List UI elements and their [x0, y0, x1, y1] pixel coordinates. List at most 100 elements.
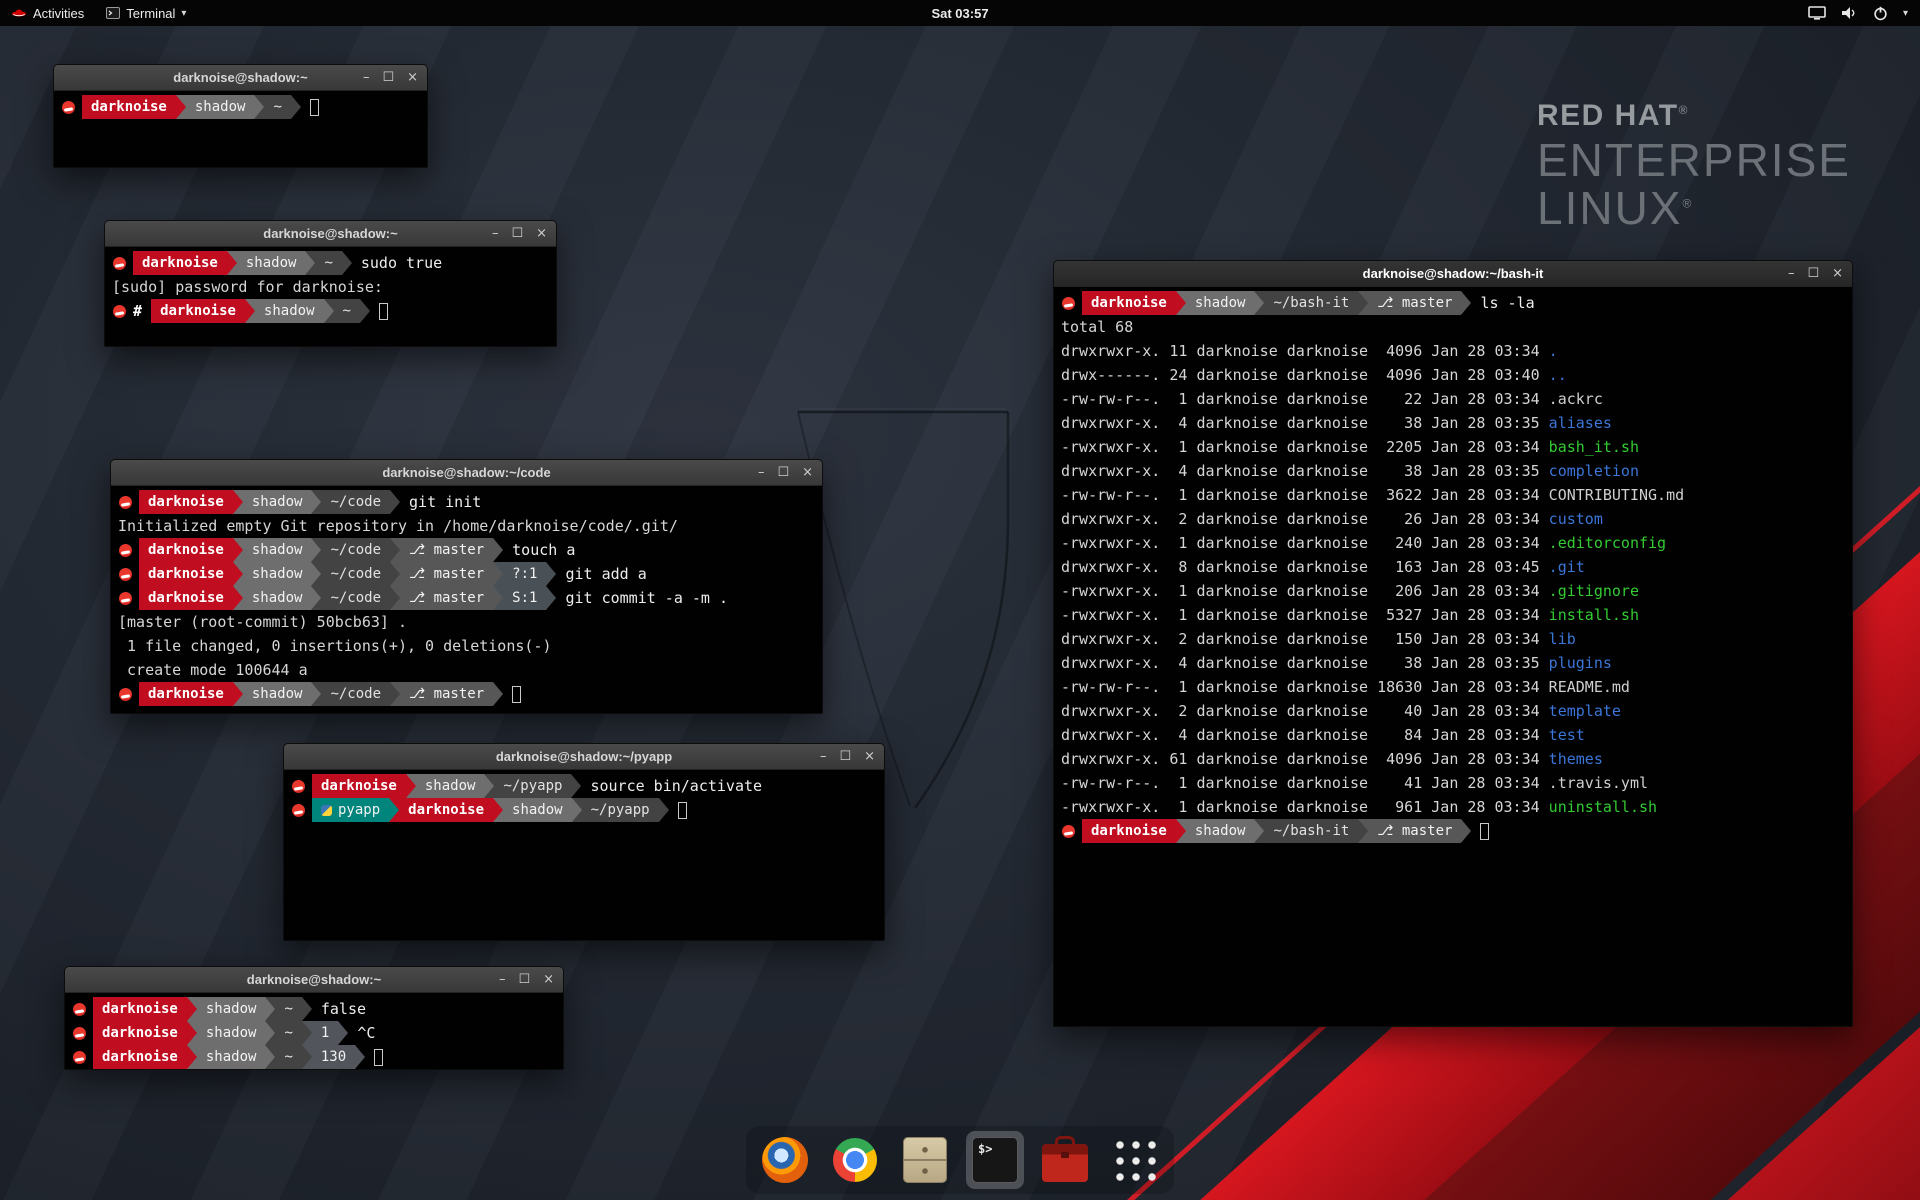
- segment-text: ~/code: [330, 686, 381, 702]
- prompt-segment-host: shadow: [243, 538, 312, 562]
- ls-meta: drwxrwxr-x. 2 darknoise darknoise 150 Ja…: [1061, 630, 1549, 648]
- close-button[interactable]: ×: [543, 973, 554, 986]
- prompt-segment-path: ~: [334, 299, 360, 323]
- minimize-button[interactable]: –: [820, 750, 827, 763]
- ls-row: -rw-rw-r--. 1 darknoise darknoise 22 Jan…: [1061, 387, 1845, 411]
- powerline-arrow: [484, 774, 494, 798]
- ls-filename: ..: [1549, 366, 1567, 384]
- window-titlebar[interactable]: darknoise@shadow:~ – ☐ ×: [54, 65, 427, 91]
- close-button[interactable]: ×: [407, 71, 418, 84]
- segment-text: shadow: [206, 1025, 257, 1041]
- window-titlebar[interactable]: darknoise@shadow:~/code – ☐ ×: [111, 460, 822, 486]
- clock[interactable]: Sat 03:57: [931, 6, 988, 21]
- maximize-button[interactable]: ☐: [777, 466, 789, 479]
- prompt-segment-host: shadow: [416, 774, 485, 798]
- powerline-arrow: [360, 299, 370, 323]
- prompt-segment-user: darknoise: [151, 299, 245, 323]
- prompt-segment-venv: pyapp: [312, 798, 389, 822]
- chevron-down-icon[interactable]: ▾: [1903, 8, 1908, 19]
- command-text: git init: [409, 493, 481, 511]
- close-button[interactable]: ×: [864, 750, 875, 763]
- terminal-line: darknoiseshadow~130: [72, 1045, 556, 1069]
- terminal-content[interactable]: darknoiseshadow~/bash-it⎇ masterls -lato…: [1054, 287, 1852, 1026]
- volume-icon[interactable]: [1841, 6, 1858, 20]
- prompt-segment-host: shadow: [186, 95, 255, 119]
- segment-text: darknoise: [148, 686, 224, 702]
- chrome-icon: [833, 1138, 877, 1182]
- maximize-button[interactable]: ☐: [518, 973, 530, 986]
- segment-text: shadow: [252, 686, 303, 702]
- segment-text: darknoise: [148, 494, 224, 510]
- terminal-content[interactable]: darknoiseshadow~sudo true[sudo] password…: [105, 247, 556, 346]
- app-menu[interactable]: Terminal ▾: [95, 0, 197, 26]
- terminal-window-pyapp[interactable]: darknoise@shadow:~/pyapp – ☐ × darknoise…: [283, 743, 885, 941]
- close-button[interactable]: ×: [536, 227, 547, 240]
- window-titlebar[interactable]: darknoise@shadow:~ – ☐ ×: [105, 221, 556, 247]
- segment-text: ~/bash-it: [1273, 823, 1349, 839]
- terminal-mini-icon: [106, 7, 120, 19]
- powerline-arrow: [355, 1045, 365, 1069]
- terminal-window-bash-it[interactable]: darknoise@shadow:~/bash-it – ☐ × darknoi…: [1053, 260, 1853, 1027]
- powerline-arrow: [187, 1045, 197, 1069]
- segment-text: darknoise: [148, 542, 224, 558]
- ls-filename: .gitignore: [1549, 582, 1639, 600]
- display-icon[interactable]: [1808, 6, 1826, 20]
- maximize-button[interactable]: ☐: [1807, 267, 1819, 280]
- redhat-prompt-icon: [119, 496, 132, 509]
- system-status-area[interactable]: ▾: [1808, 0, 1920, 26]
- dock-item-files[interactable]: [896, 1131, 954, 1189]
- minimize-button[interactable]: –: [758, 466, 765, 479]
- dock-item-terminal[interactable]: [966, 1131, 1024, 1189]
- ls-filename: .travis.yml: [1549, 774, 1648, 792]
- dock-item-chrome[interactable]: [826, 1131, 884, 1189]
- minimize-button[interactable]: –: [499, 973, 506, 986]
- dock-item-show-applications[interactable]: [1106, 1131, 1164, 1189]
- prompt-segment-host: shadow: [255, 299, 324, 323]
- terminal-line: darknoiseshadow~/code⎇ mastertouch a: [118, 538, 815, 562]
- window-title: darknoise@shadow:~: [247, 972, 381, 987]
- activities-label: Activities: [33, 6, 84, 21]
- minimize-button[interactable]: –: [363, 71, 370, 84]
- terminal-window-code[interactable]: darknoise@shadow:~/code – ☐ × darknoise s…: [110, 459, 823, 714]
- powerline-arrow: [493, 586, 503, 610]
- ls-row: drwxrwxr-x. 8 darknoise darknoise 163 Ja…: [1061, 555, 1845, 579]
- close-button[interactable]: ×: [802, 466, 813, 479]
- dock-item-firefox[interactable]: [756, 1131, 814, 1189]
- powerline-arrow: [265, 1045, 275, 1069]
- powerline-arrow: [324, 299, 334, 323]
- segment-text: ~/pyapp: [503, 778, 562, 794]
- terminal-line: # darknoiseshadow~: [112, 299, 549, 323]
- maximize-button[interactable]: ☐: [839, 750, 851, 763]
- prompt-segment-host: shadow: [197, 1021, 266, 1045]
- close-button[interactable]: ×: [1832, 267, 1843, 280]
- terminal-window-sudo[interactable]: darknoise@shadow:~ – ☐ × darknoise shadow…: [104, 220, 557, 347]
- prompt-segment-stat: S:1: [503, 586, 546, 610]
- activities-button[interactable]: Activities: [0, 0, 95, 26]
- terminal-window-home-1[interactable]: darknoise@shadow:~ – ☐ × darknoiseshadow…: [53, 64, 428, 168]
- window-titlebar[interactable]: darknoise@shadow:~/pyapp – ☐ ×: [284, 744, 884, 770]
- prompt-segment-git: ⎇ master: [1368, 819, 1461, 843]
- maximize-button[interactable]: ☐: [382, 71, 394, 84]
- terminal-content[interactable]: darknoiseshadow~falsedarknoiseshadow~1^C…: [65, 993, 563, 1069]
- segment-text: darknoise: [102, 1001, 178, 1017]
- terminal-content[interactable]: darknoiseshadow~/codegit initInitialized…: [111, 486, 822, 713]
- prompt-segment-git: ⎇ master: [400, 562, 493, 586]
- prompt-segment-user: darknoise: [93, 997, 187, 1021]
- terminal-content[interactable]: darknoiseshadow~/pyappsource bin/activat…: [284, 770, 884, 940]
- window-titlebar[interactable]: darknoise@shadow:~/bash-it – ☐ ×: [1054, 261, 1852, 287]
- terminal-window-home-2[interactable]: darknoise@shadow:~ – ☐ × darknoiseshadow…: [64, 966, 564, 1070]
- power-icon[interactable]: [1873, 6, 1888, 21]
- terminal-content[interactable]: darknoiseshadow~: [54, 91, 427, 167]
- maximize-button[interactable]: ☐: [511, 227, 523, 240]
- segment-text: ~/code: [330, 494, 381, 510]
- app-menu-label: Terminal: [126, 6, 175, 21]
- segment-text: shadow: [252, 494, 303, 510]
- prompt-segment-path: ~/code: [321, 682, 390, 706]
- minimize-button[interactable]: –: [492, 227, 499, 240]
- minimize-button[interactable]: –: [1788, 267, 1795, 280]
- segment-text: darknoise: [1091, 295, 1167, 311]
- powerline-arrow: [1176, 819, 1186, 843]
- dock-item-toolbox[interactable]: [1036, 1131, 1094, 1189]
- command-text: ls -la: [1480, 294, 1534, 312]
- window-titlebar[interactable]: darknoise@shadow:~ – ☐ ×: [65, 967, 563, 993]
